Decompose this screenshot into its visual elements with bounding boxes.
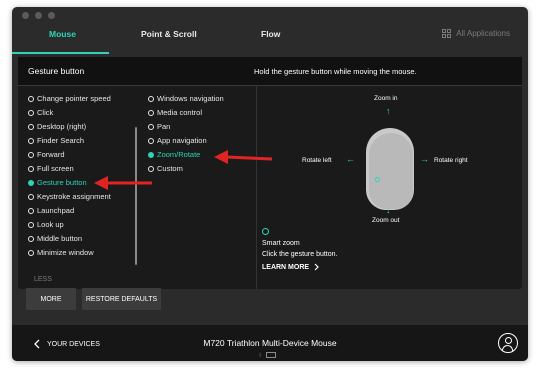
- tab-flow[interactable]: Flow: [261, 29, 280, 39]
- rotate-right-label: Rotate right: [434, 157, 468, 164]
- radio-icon: [148, 137, 154, 144]
- annotation-arrow-icon: [94, 176, 152, 190]
- tab-mouse[interactable]: Mouse: [49, 29, 76, 39]
- device-name: M720 Triathlon Multi-Device Mouse: [203, 338, 337, 348]
- list-item[interactable]: Forward: [28, 150, 65, 159]
- radio-icon: [148, 95, 154, 102]
- smart-zoom-description: Click the gesture button.: [262, 251, 338, 258]
- gesture-mode-list[interactable]: Windows navigation Media control Pan App…: [148, 94, 254, 194]
- list-item-selected[interactable]: Zoom/Rotate: [148, 150, 200, 159]
- all-applications-button[interactable]: All Applications: [442, 29, 510, 38]
- learn-more-link[interactable]: LEARN MORE: [262, 263, 319, 271]
- list-item[interactable]: Media control: [148, 108, 202, 117]
- list-item[interactable]: Finder Search: [28, 136, 84, 145]
- arrow-right-icon: →: [420, 154, 429, 164]
- list-scrollbar[interactable]: [135, 127, 137, 265]
- panel-title: Gesture button: [28, 66, 85, 76]
- list-item[interactable]: Click: [28, 108, 53, 117]
- list-item[interactable]: Custom: [148, 164, 183, 173]
- list-item[interactable]: Desktop (right): [28, 122, 86, 131]
- annotation-arrow-icon: [214, 150, 273, 164]
- list-item[interactable]: Full screen: [28, 164, 74, 173]
- radio-icon: [28, 151, 34, 158]
- all-applications-label: All Applications: [456, 29, 510, 38]
- radio-selected-icon: [148, 151, 154, 158]
- active-tab-indicator: [12, 52, 109, 54]
- list-item[interactable]: Launchpad: [28, 206, 74, 215]
- battery-icon: [266, 352, 277, 358]
- radio-icon: [28, 109, 34, 116]
- restore-defaults-button[interactable]: RESTORE DEFAULTS: [82, 288, 161, 310]
- radio-icon: [148, 165, 154, 172]
- list-item[interactable]: Minimize window: [28, 248, 94, 257]
- list-item[interactable]: App navigation: [148, 136, 207, 145]
- app-window: Mouse Point & Scroll Flow All Applicatio…: [12, 7, 528, 361]
- radio-icon: [28, 95, 34, 102]
- list-item[interactable]: Middle button: [28, 234, 82, 243]
- rotate-left-label: Rotate left: [302, 157, 332, 164]
- grid-icon: [442, 29, 452, 38]
- close-window-button[interactable]: [22, 12, 29, 19]
- panel-divider: [256, 85, 257, 289]
- radio-icon: [28, 123, 34, 130]
- radio-icon: [148, 109, 154, 116]
- list-item[interactable]: Keystroke assignment: [28, 192, 111, 201]
- list-item[interactable]: Change pointer speed: [28, 94, 111, 103]
- window-controls: [22, 12, 55, 19]
- panel-hint: Hold the gesture button while moving the…: [254, 67, 417, 76]
- user-icon[interactable]: [498, 333, 518, 353]
- tab-point-scroll[interactable]: Point & Scroll: [141, 29, 197, 39]
- gesture-button-marker-icon: [375, 177, 380, 182]
- arrow-left-icon: ←: [346, 154, 355, 164]
- device-status: ᛒ: [259, 352, 277, 359]
- radio-icon: [28, 235, 34, 242]
- list-item-selected[interactable]: Gesture button: [28, 178, 87, 187]
- mouse-body: [369, 133, 413, 209]
- more-button[interactable]: MORE: [26, 288, 76, 310]
- radio-selected-icon: [28, 179, 34, 186]
- zoom-out-label: Zoom out: [372, 217, 400, 224]
- smart-zoom-marker-icon: [262, 228, 269, 235]
- list-item[interactable]: Pan: [148, 122, 170, 131]
- zoom-in-label: Zoom in: [374, 95, 398, 102]
- tab-bar: Mouse Point & Scroll Flow All Applicatio…: [12, 23, 528, 55]
- smart-zoom-title: Smart zoom: [262, 240, 300, 247]
- radio-icon: [28, 249, 34, 256]
- radio-icon: [28, 193, 34, 200]
- chevron-right-icon: [314, 263, 319, 271]
- radio-icon: [28, 207, 34, 214]
- arrow-up-icon: ↑: [386, 106, 391, 116]
- radio-icon: [28, 165, 34, 172]
- arrow-down-icon: ↓: [386, 205, 391, 215]
- radio-icon: [148, 123, 154, 130]
- zoom-window-button[interactable]: [48, 12, 55, 19]
- less-toggle[interactable]: LESS: [34, 276, 52, 283]
- bluetooth-icon: ᛒ: [259, 352, 263, 359]
- list-item[interactable]: Windows navigation: [148, 94, 224, 103]
- radio-icon: [28, 137, 34, 144]
- device-footer: YOUR DEVICES M720 Triathlon Multi-Device…: [12, 325, 528, 361]
- radio-icon: [28, 221, 34, 228]
- list-item[interactable]: Look up: [28, 220, 64, 229]
- panel-header: Gesture button Hold the gesture button w…: [18, 57, 522, 86]
- minimize-window-button[interactable]: [35, 12, 42, 19]
